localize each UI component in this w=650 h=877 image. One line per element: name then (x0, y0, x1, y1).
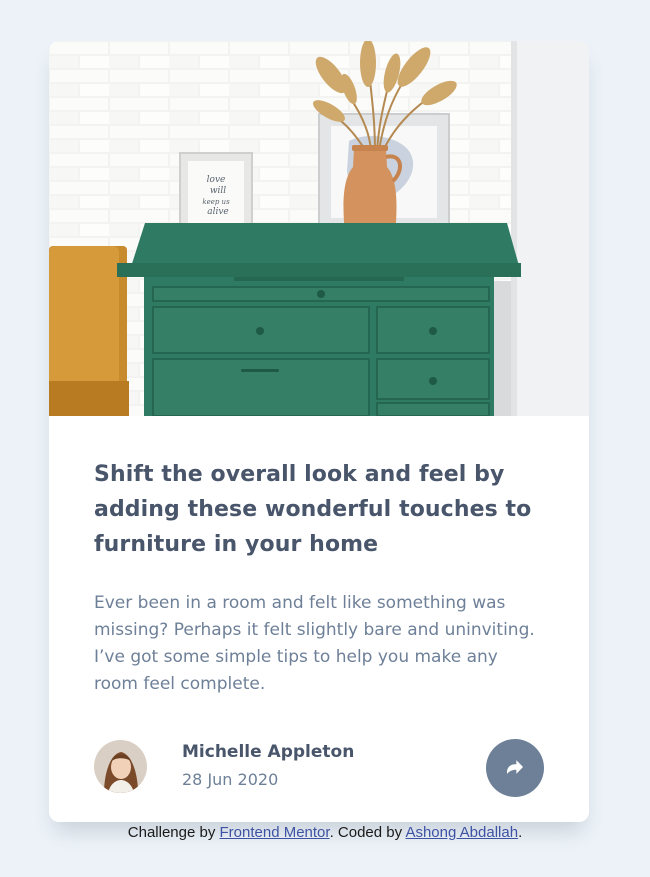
author-section: Michelle Appleton 28 Jun 2020 (94, 739, 544, 797)
attribution-middle: . Coded by (329, 824, 406, 841)
article-content: Shift the overall look and feel by addin… (94, 457, 544, 698)
svg-text:alive: alive (207, 207, 229, 217)
share-button[interactable] (486, 739, 544, 797)
author-link[interactable]: Ashong Abdallah (405, 824, 518, 841)
article-title: Shift the overall look and feel by addin… (94, 462, 532, 557)
attribution-suffix: . (518, 824, 523, 841)
author-name: Michelle Appleton (182, 742, 355, 762)
article-card: love will keep us alive Shift the overal… (49, 41, 589, 822)
attribution: Challenge by Frontend Mentor. Coded by A… (0, 824, 650, 841)
svg-text:keep us: keep us (202, 198, 230, 206)
share-icon (507, 759, 523, 777)
svg-text:love: love (207, 175, 226, 185)
hero-image: love will keep us alive (49, 41, 589, 416)
attribution-prefix: Challenge by (127, 824, 220, 841)
publish-date: 28 Jun 2020 (182, 770, 279, 789)
article-description: Ever been in a room and felt like someth… (94, 593, 535, 694)
svg-text:will: will (210, 186, 226, 196)
avatar (94, 740, 147, 793)
frontend-mentor-link[interactable]: Frontend Mentor (220, 824, 330, 841)
